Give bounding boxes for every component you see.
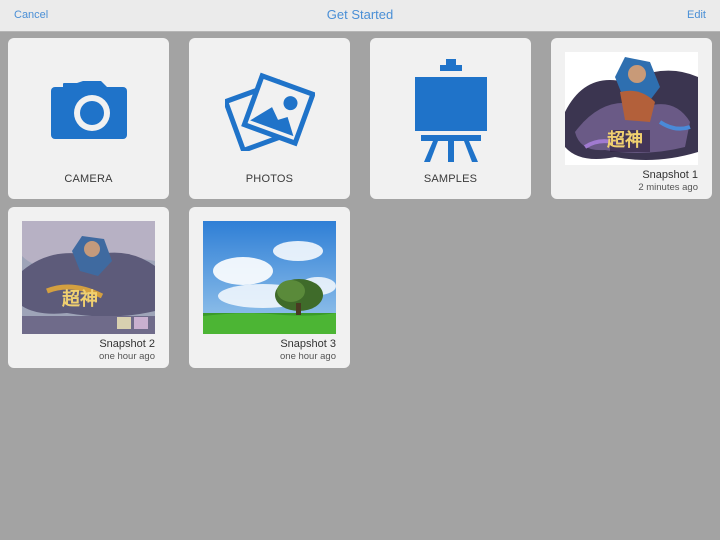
navigation-bar: Cancel Get Started Edit (0, 0, 720, 32)
snapshot-thumbnail: 超神 (22, 221, 155, 334)
snapshot-thumbnail-text: 超神 (607, 130, 643, 151)
snapshot-tile-3[interactable]: Snapshot 3 one hour ago (189, 207, 350, 368)
snapshot-name: Snapshot 2 (99, 338, 155, 350)
edit-button[interactable]: Edit (687, 9, 706, 21)
snapshot-thumbnail-text: 超神 (62, 289, 98, 310)
camera-icon (8, 56, 169, 166)
snapshot-tile-1[interactable]: 超神 Snapshot 1 2 minutes ago (551, 38, 712, 199)
photos-label: PHOTOS (245, 173, 294, 185)
samples-label: SAMPLES (423, 173, 478, 185)
easel-icon (370, 56, 531, 166)
camera-label: CAMERA (64, 173, 113, 185)
snapshot-time: 2 minutes ago (638, 182, 698, 193)
snapshot-tile-2[interactable]: 超神 Snapshot 2 one hour ago (8, 207, 169, 368)
camera-tile[interactable]: CAMERA (8, 38, 169, 199)
snapshot-time: one hour ago (280, 351, 336, 362)
page-title: Get Started (326, 7, 394, 22)
snapshot-name: Snapshot 1 (642, 169, 698, 181)
snapshot-thumbnail (203, 221, 336, 334)
snapshot-thumbnail: 超神 (565, 52, 698, 165)
snapshot-time: one hour ago (99, 351, 155, 362)
samples-tile[interactable]: SAMPLES (370, 38, 531, 199)
photos-icon (189, 56, 350, 166)
photos-tile[interactable]: PHOTOS (189, 38, 350, 199)
snapshot-name: Snapshot 3 (280, 338, 336, 350)
